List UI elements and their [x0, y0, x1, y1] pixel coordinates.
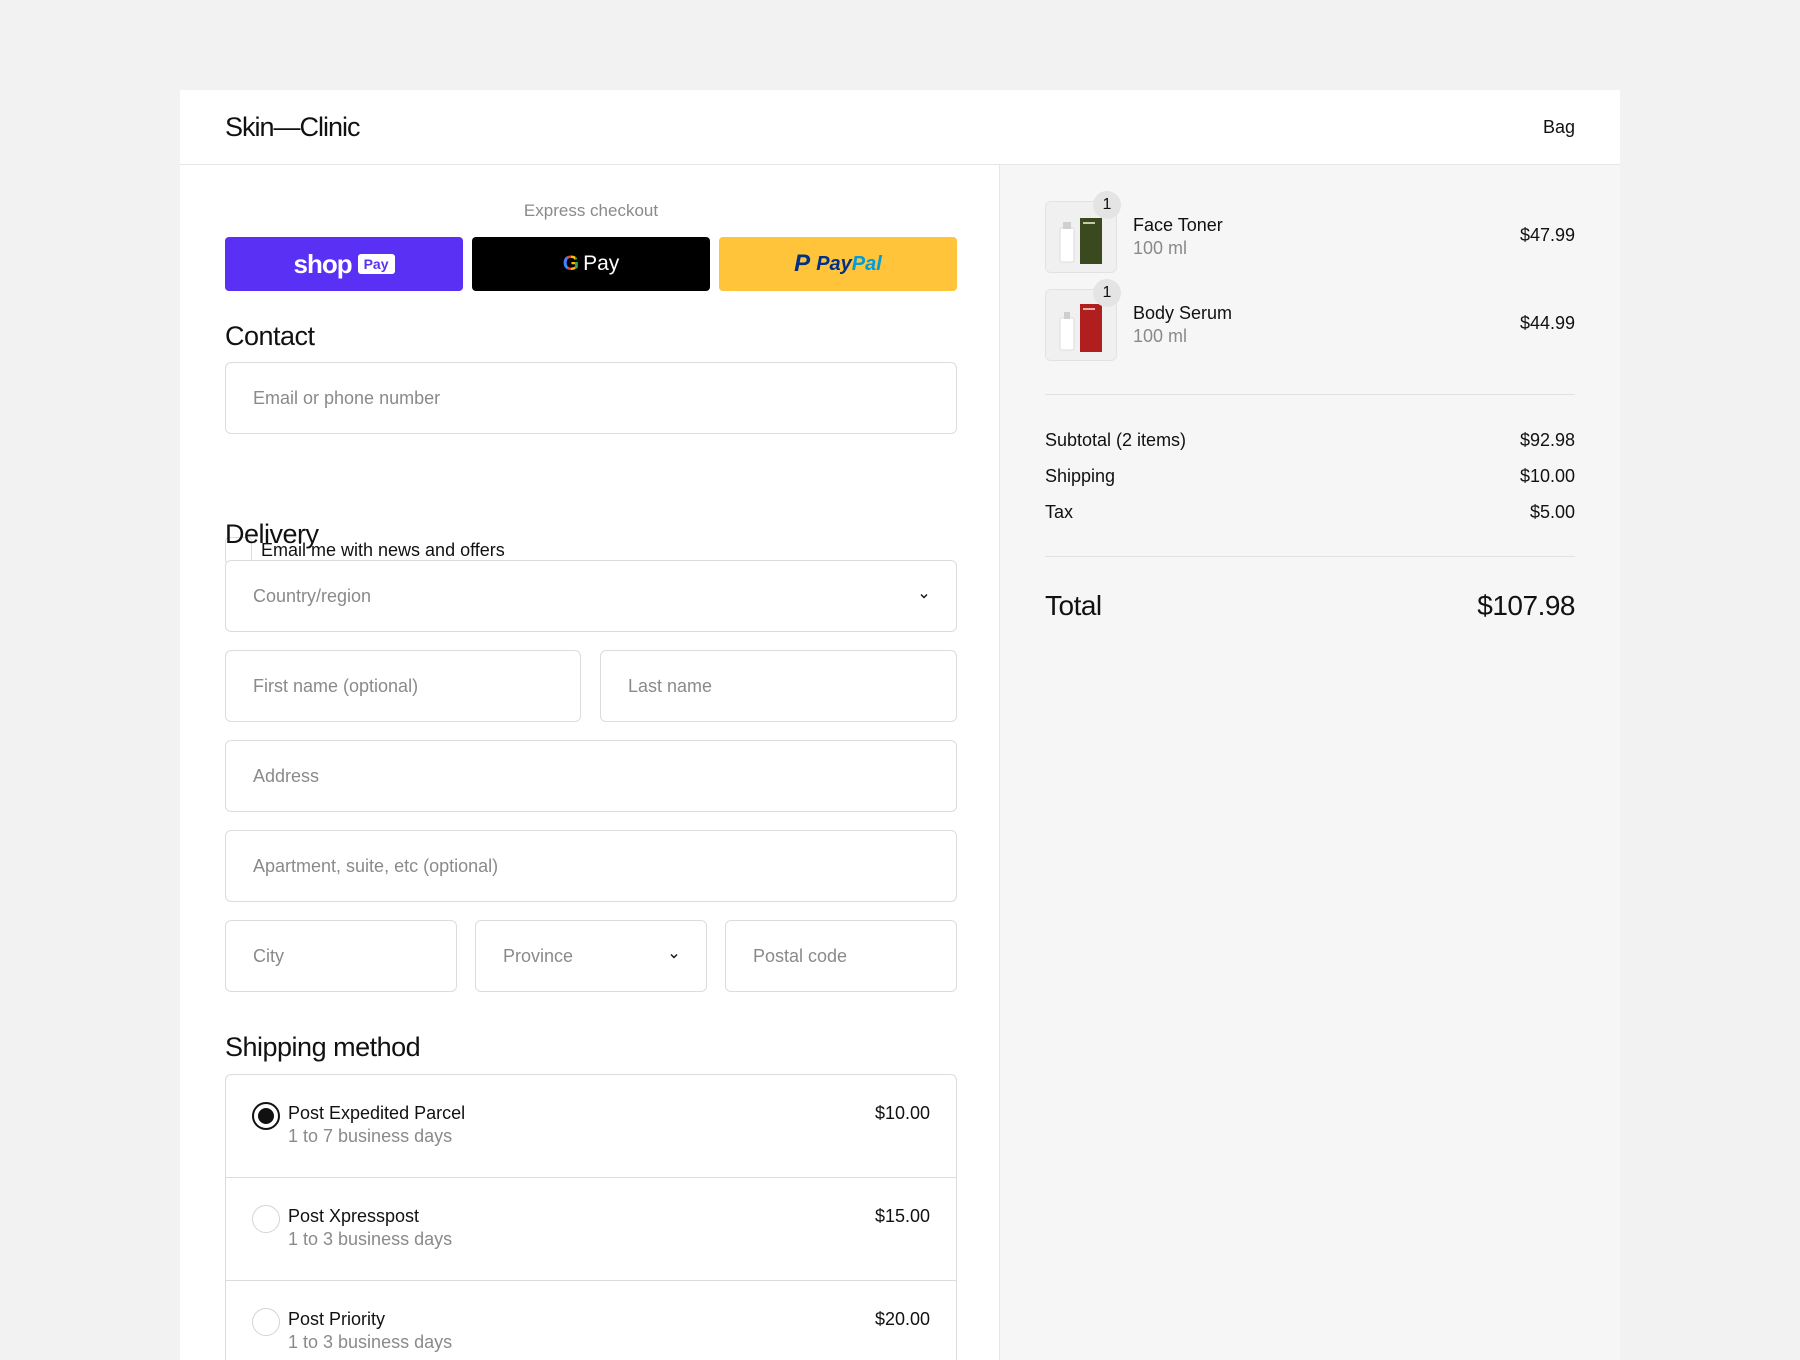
total-row: Total $107.98	[1045, 590, 1575, 622]
shipping-options: Post Expedited Parcel 1 to 7 business da…	[225, 1074, 957, 1360]
google-pay-button[interactable]: G Pay	[472, 237, 710, 291]
city-placeholder: City	[253, 945, 284, 966]
shop-pay-badge: Pay	[357, 254, 395, 274]
postal-code-field[interactable]: Postal code	[725, 920, 957, 992]
tax-label: Tax	[1045, 502, 1074, 522]
address-placeholder: Address	[253, 765, 320, 786]
checkout-window: Skin—Clinic Bag Express checkout shop Pa…	[180, 90, 1620, 1360]
item-price: $44.99	[1519, 313, 1575, 333]
tax-value: $5.00	[1529, 502, 1575, 522]
shipping-option-price: $20.00	[874, 1309, 930, 1329]
shop-pay-wordmark: shop	[293, 248, 352, 279]
shipping-option-time: 1 to 3 business days	[288, 1229, 453, 1249]
chevron-down-icon	[920, 594, 928, 599]
shipping-option-price: $15.00	[874, 1206, 930, 1226]
first-name-field[interactable]: First name (optional)	[225, 650, 581, 722]
delivery-title: Delivery	[225, 519, 319, 549]
apartment-field[interactable]: Apartment, suite, etc (optional)	[225, 830, 957, 902]
first-name-placeholder: First name (optional)	[253, 675, 419, 696]
chevron-down-icon	[670, 954, 678, 959]
shipping-label: Shipping	[1045, 466, 1116, 486]
summary-divider	[1045, 394, 1575, 395]
cart-item: 1 Body Serum 100 ml $44.99	[1045, 279, 1575, 361]
subtotal-row: Subtotal (2 items) $92.98	[1045, 430, 1575, 451]
item-size: 100 ml	[1133, 326, 1188, 346]
brand-logo[interactable]: Skin—Clinic	[225, 112, 361, 143]
subtotal-value: $92.98	[1519, 430, 1575, 450]
shipping-value: $10.00	[1519, 466, 1575, 486]
summary-divider	[1045, 556, 1575, 557]
country-select[interactable]: Country/region	[225, 560, 957, 632]
item-name: Body Serum	[1133, 303, 1233, 323]
quantity-badge: 1	[1093, 191, 1121, 219]
email-placeholder: Email or phone number	[253, 387, 441, 408]
paypal-icon: P	[794, 250, 811, 277]
shipping-option[interactable]: Post Priority 1 to 3 business days $20.0…	[226, 1281, 956, 1360]
contact-title: Contact	[225, 321, 315, 351]
total-value: $107.98	[1477, 590, 1575, 621]
shipping-option[interactable]: Post Expedited Parcel 1 to 7 business da…	[226, 1075, 956, 1178]
checkout-form: Express checkout shop Pay G Pay P Pay Pal…	[180, 165, 1000, 1360]
paypal-wordmark-pal: Pal	[851, 252, 882, 275]
country-placeholder: Country/region	[253, 585, 372, 606]
google-pay-wordmark: Pay	[583, 252, 620, 275]
item-price: $47.99	[1519, 225, 1575, 245]
shipping-option-name: Post Expedited Parcel	[288, 1103, 466, 1123]
radio-unselected[interactable]	[252, 1308, 280, 1336]
bag-link[interactable]: Bag	[1543, 117, 1575, 138]
shipping-option[interactable]: Post Xpresspost 1 to 3 business days $15…	[226, 1178, 956, 1281]
shipping-option-name: Post Xpresspost	[288, 1206, 420, 1226]
item-name: Face Toner	[1133, 215, 1223, 235]
tax-row: Tax $5.00	[1045, 502, 1575, 523]
province-placeholder: Province	[503, 945, 574, 966]
paypal-wordmark-pay: Pay	[816, 252, 852, 275]
city-field[interactable]: City	[225, 920, 457, 992]
radio-selected[interactable]	[252, 1102, 280, 1130]
postal-code-placeholder: Postal code	[753, 945, 848, 966]
email-field[interactable]: Email or phone number	[225, 362, 957, 434]
last-name-field[interactable]: Last name	[600, 650, 957, 722]
radio-unselected[interactable]	[252, 1205, 280, 1233]
item-size: 100 ml	[1133, 238, 1188, 258]
shop-pay-button[interactable]: shop Pay	[225, 237, 463, 291]
shipping-option-time: 1 to 7 business days	[288, 1126, 453, 1146]
last-name-placeholder: Last name	[628, 675, 713, 696]
shipping-option-price: $10.00	[874, 1103, 930, 1123]
cart-item: 1 Face Toner 100 ml $47.99	[1045, 191, 1575, 273]
quantity-badge: 1	[1093, 279, 1121, 307]
paypal-button[interactable]: P Pay Pal	[719, 237, 957, 291]
address-field[interactable]: Address	[225, 740, 957, 812]
subtotal-label: Subtotal (2 items)	[1045, 430, 1187, 450]
express-checkout-title: Express checkout	[523, 201, 659, 220]
shipping-option-name: Post Priority	[288, 1309, 386, 1329]
google-g-icon: G	[562, 252, 580, 275]
order-summary: 1 Face Toner 100 ml $47.99 1 Body Serum …	[1000, 165, 1620, 1360]
top-bar: Skin—Clinic Bag	[180, 90, 1620, 165]
total-label: Total	[1045, 590, 1102, 621]
shipping-row: Shipping $10.00	[1045, 466, 1575, 487]
province-select[interactable]: Province	[475, 920, 707, 992]
shipping-method-title: Shipping method	[225, 1032, 421, 1062]
apartment-placeholder: Apartment, suite, etc (optional)	[253, 855, 499, 876]
shipping-option-time: 1 to 3 business days	[288, 1332, 453, 1352]
